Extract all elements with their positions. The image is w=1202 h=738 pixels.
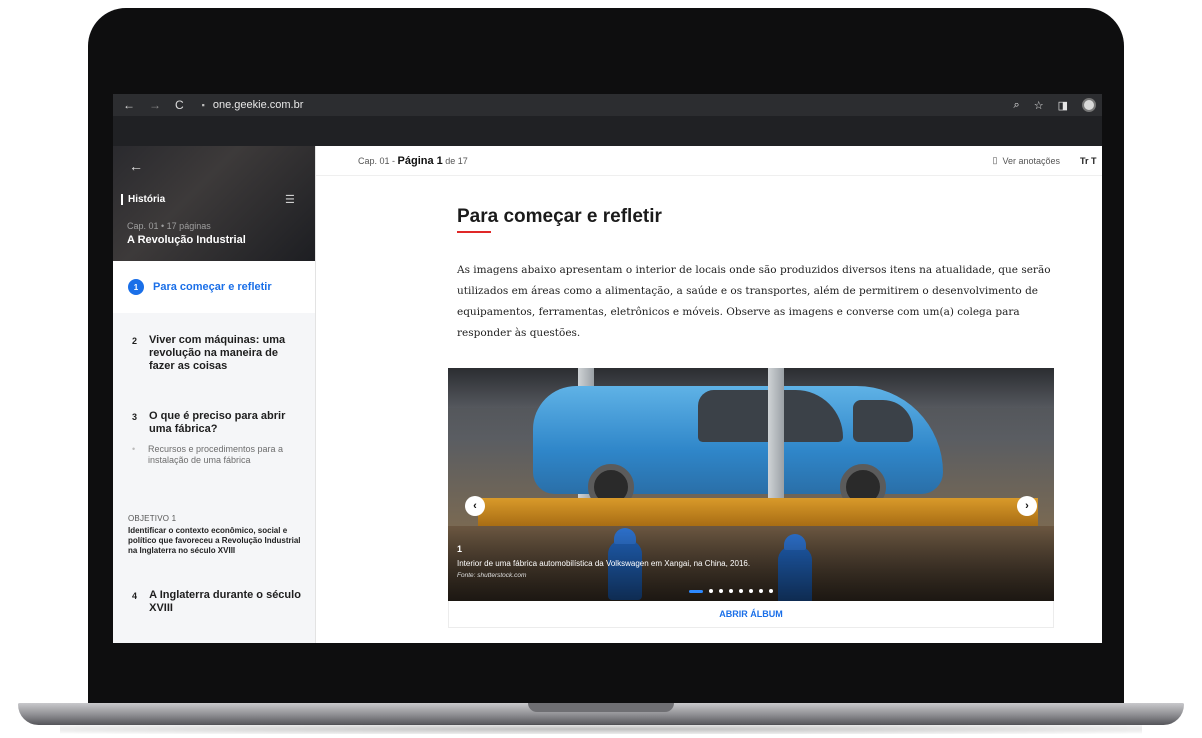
carousel-dot[interactable] (769, 589, 773, 593)
page-total: de 17 (442, 155, 468, 166)
carousel-dot[interactable] (709, 589, 713, 593)
sidebar-header: ← História ☰ Cap. 01 • 17 páginas A Revo… (113, 146, 315, 261)
carousel-next-button[interactable]: › (1017, 496, 1037, 516)
forward-arrow-icon[interactable]: → (149, 98, 161, 112)
address-bar[interactable]: ▪ one.geekie.com.br (202, 99, 304, 111)
reload-icon[interactable]: C (175, 98, 184, 112)
subject-label: História (121, 194, 165, 205)
browser-actions: ⌕ ☆ ◨ (1014, 98, 1102, 112)
view-notes-label: Ver anotações (1002, 155, 1060, 166)
toc-item[interactable]: 4 A Inglaterra durante o século XVIII (132, 589, 302, 615)
carousel-dot[interactable] (719, 589, 723, 593)
image-carousel: ‹ › 1 Interior de uma fábrica automobilí… (448, 368, 1054, 601)
browser-nav: ← → C (113, 98, 184, 112)
laptop-screen: ← → C ▪ one.geekie.com.br ⌕ ☆ ◨ ← Histór… (113, 94, 1102, 643)
browser-tabstrip (113, 116, 1102, 146)
photo-source: Fonte: shutterstock.com (457, 572, 527, 579)
page-number: Página 1 (397, 154, 443, 167)
side-panel-icon[interactable]: ◨ (1058, 99, 1068, 112)
back-arrow-icon[interactable]: ← (123, 98, 135, 112)
toc-item-label: Viver com máquinas: uma revolução na man… (149, 334, 286, 372)
page-title: Para começar e refletir (457, 206, 662, 227)
intro-paragraph: As imagens abaixo apresentam o interior … (457, 264, 1051, 339)
view-notes-button[interactable]: ▯ Ver anotações (993, 155, 1061, 166)
carousel-dot-active[interactable] (689, 589, 703, 593)
zoom-icon[interactable]: ⌕ (1014, 99, 1020, 112)
toc-number-badge: 1 (128, 279, 144, 295)
carousel-dot[interactable] (749, 589, 753, 593)
carousel-dot[interactable] (739, 589, 743, 593)
title-underline (457, 231, 491, 233)
back-arrow-icon[interactable]: ← (129, 158, 143, 174)
toc-item[interactable]: 3 O que é preciso para abrir uma fábrica… (132, 410, 302, 436)
carousel-dot[interactable] (729, 589, 733, 593)
chapter-meta: Cap. 01 • 17 páginas (127, 221, 211, 231)
toc-item-active[interactable]: 1 Para começar e refletir (113, 261, 315, 313)
laptop-shadow (60, 724, 1142, 734)
chapter-sidebar: ← História ☰ Cap. 01 • 17 páginas A Revo… (113, 146, 316, 643)
toc-item-number: 3 (132, 412, 138, 422)
topbar-actions: ▯ Ver anotações Tr T (993, 155, 1103, 166)
bookmark-icon: ▯ (992, 155, 998, 165)
toc-item-label: A Inglaterra durante o século XVIII (149, 589, 301, 614)
assembly-rig (478, 498, 1038, 526)
objective-text: Identificar o contexto econômico, social… (128, 526, 301, 555)
car-window (853, 400, 913, 442)
toc-item-number: 2 (132, 336, 138, 346)
carousel-dot[interactable] (759, 589, 763, 593)
toc-item-label: Para começar e refletir (153, 281, 272, 293)
carousel-prev-button[interactable]: ‹ (465, 496, 485, 516)
objective-label: OBJETIVO 1 (128, 514, 177, 523)
toc-subitem-label: Recursos e procedimentos para a instalaç… (147, 444, 284, 465)
url-text[interactable]: one.geekie.com.br (213, 99, 304, 111)
toc-item-number: 4 (132, 591, 138, 601)
bullet-icon: • (132, 444, 136, 454)
chapter-crumb: Cap. 01 - (358, 155, 398, 166)
text-size-button[interactable]: Tr T (1080, 156, 1102, 166)
lock-icon: ▪ (201, 100, 205, 110)
laptop-notch (528, 703, 674, 712)
star-icon[interactable]: ☆ (1034, 99, 1044, 112)
profile-avatar[interactable] (1082, 98, 1096, 112)
open-album-button[interactable]: ABRIR ÁLBUM (448, 601, 1054, 628)
page-breadcrumb: Cap. 01 - Página 1 de 17 (358, 155, 468, 167)
toc-item-label: O que é preciso para abrir uma fábrica? (149, 410, 286, 435)
collapse-menu-icon[interactable]: ☰ (285, 193, 295, 206)
toc-item[interactable]: 2 Viver com máquinas: uma revolução na m… (132, 334, 302, 373)
carousel-dots (689, 589, 773, 593)
slide-number: 1 (457, 544, 463, 554)
chapter-title: A Revolução Industrial (127, 234, 246, 246)
photo-caption: Interior de uma fábrica automobilística … (457, 559, 751, 568)
browser-toolbar: ← → C ▪ one.geekie.com.br ⌕ ☆ ◨ (113, 94, 1102, 116)
toc-subitem[interactable]: • Recursos e procedimentos para a instal… (132, 444, 307, 466)
reader-topbar: Cap. 01 - Página 1 de 17 ▯ Ver anotações… (316, 146, 1102, 176)
